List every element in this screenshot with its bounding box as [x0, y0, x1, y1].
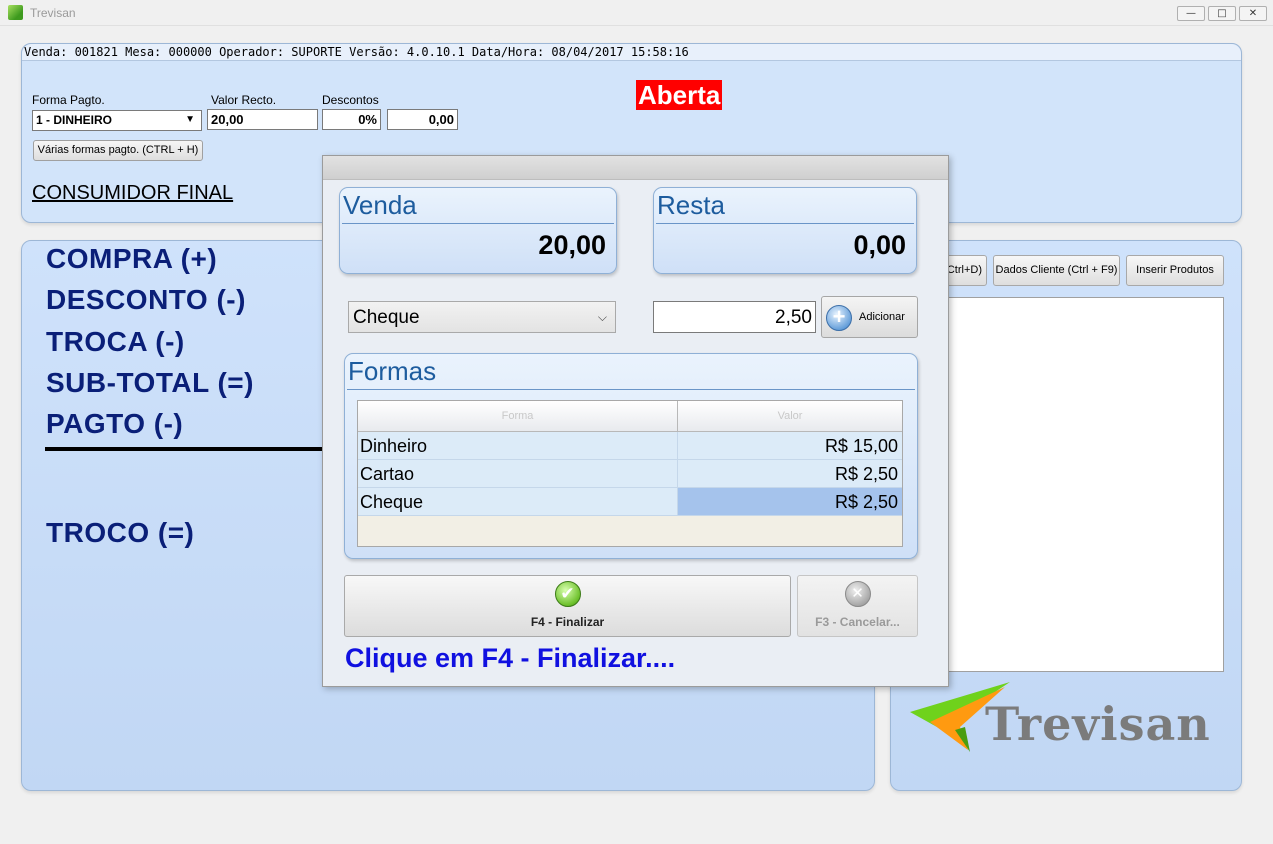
- venda-box: Venda 20,00: [339, 187, 617, 274]
- desconto-percent-input[interactable]: 0%: [322, 109, 381, 130]
- desconto-label: DESCONTO (-): [46, 284, 246, 315]
- table-cell-forma[interactable]: Cartao: [358, 460, 678, 488]
- venda-value: 20,00: [538, 230, 606, 260]
- totals-divider: [45, 447, 335, 451]
- window-controls: — □ ✕: [1177, 6, 1267, 21]
- resta-value: 0,00: [853, 230, 906, 260]
- app-icon: [8, 5, 23, 20]
- cancelar-button[interactable]: ✕ F3 - Cancelar...: [797, 575, 918, 637]
- maximize-button[interactable]: □: [1208, 6, 1236, 21]
- inserir-produtos-button[interactable]: Inserir Produtos: [1126, 255, 1224, 286]
- valor-recto-label: Valor Recto.: [211, 93, 277, 107]
- varias-formas-button[interactable]: Várias formas pagto. (CTRL + H): [33, 140, 203, 161]
- venda-label: Venda: [343, 190, 417, 220]
- dados-cliente-button[interactable]: Dados Cliente (Ctrl + F9): [993, 255, 1120, 286]
- table-cell-valor[interactable]: R$ 15,00: [678, 432, 902, 460]
- compra-label: COMPRA (+): [46, 243, 218, 274]
- sale-info-line: Venda: 001821 Mesa: 000000 Operador: SUP…: [22, 44, 1241, 61]
- minimize-button[interactable]: —: [1177, 6, 1205, 21]
- trevisan-logo-text: Trevisan: [985, 697, 1211, 751]
- finalize-hint: Clique em F4 - Finalizar....: [345, 643, 676, 673]
- title-bar: Trevisan — □ ✕: [0, 0, 1273, 26]
- payment-type-select[interactable]: Cheque ⌵: [348, 301, 616, 333]
- descontos-label: Descontos: [322, 93, 379, 107]
- close-circle-icon: ✕: [844, 581, 871, 607]
- dialog-title-bar: [323, 156, 948, 180]
- resta-box: Resta 0,00: [653, 187, 917, 274]
- column-header-forma[interactable]: Forma: [358, 401, 678, 432]
- payment-amount-input[interactable]: 2,50: [653, 301, 816, 333]
- troca-label: TROCA (-): [46, 326, 185, 357]
- adicionar-button[interactable]: + Adicionar: [821, 296, 918, 338]
- status-badge: Aberta: [636, 80, 723, 110]
- subtotal-label: SUB-TOTAL (=): [46, 367, 254, 398]
- troco-label: TROCO (=): [46, 517, 195, 548]
- chevron-down-icon: ⌵: [597, 310, 607, 324]
- forma-pagto-label: Forma Pagto.: [32, 93, 105, 107]
- forma-pagto-select[interactable]: 1 - DINHEIRO ▼: [32, 110, 202, 131]
- forma-pagto-value: 1 - DINHEIRO: [36, 113, 113, 127]
- table-cell-valor-selected[interactable]: R$ 2,50: [678, 488, 902, 516]
- plus-icon: +: [826, 305, 852, 331]
- venda-rule: [342, 223, 614, 224]
- close-button[interactable]: ✕: [1239, 6, 1267, 21]
- payment-type-value: Cheque: [353, 307, 420, 328]
- desconto-value-input[interactable]: 0,00: [387, 109, 458, 130]
- window-title: Trevisan: [30, 6, 76, 20]
- adicionar-label: Adicionar: [859, 311, 905, 323]
- finalizar-button[interactable]: ✔ F4 - Finalizar: [344, 575, 791, 637]
- formas-table: Forma Valor Dinheiro R$ 15,00 Cartao R$ …: [357, 400, 903, 547]
- resta-rule: [656, 223, 914, 224]
- table-cell-forma[interactable]: Dinheiro: [358, 432, 678, 460]
- table-cell-forma[interactable]: Cheque: [358, 488, 678, 516]
- check-icon: ✔: [554, 581, 581, 607]
- products-list[interactable]: [946, 297, 1224, 672]
- valor-recto-input[interactable]: 20,00: [207, 109, 318, 130]
- finalizar-label: F4 - Finalizar: [530, 615, 605, 629]
- dropdown-arrow-icon: ▼: [185, 114, 195, 125]
- formas-title: Formas: [348, 356, 437, 386]
- formas-rule: [347, 389, 915, 390]
- column-header-valor[interactable]: Valor: [678, 401, 902, 432]
- pagto-label: PAGTO (-): [46, 408, 184, 439]
- resta-label: Resta: [657, 190, 725, 220]
- customer-name[interactable]: CONSUMIDOR FINAL: [32, 182, 233, 205]
- table-cell-valor[interactable]: R$ 2,50: [678, 460, 902, 488]
- cancelar-label: F3 - Cancelar...: [815, 615, 900, 629]
